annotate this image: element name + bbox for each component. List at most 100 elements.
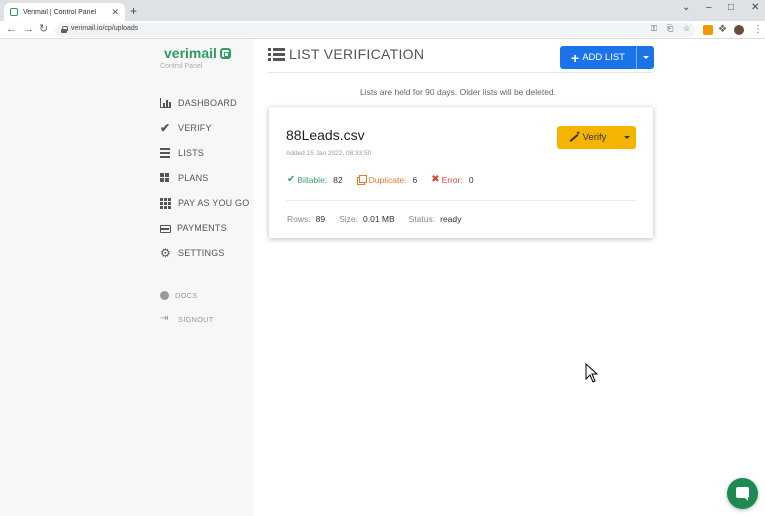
gear-icon: ⚙: [160, 246, 171, 260]
bar-chart-icon: [160, 98, 172, 108]
sidebar: verimail Control Panel DASHBOARD ✔ VERIF…: [0, 39, 253, 516]
address-bar[interactable]: verimail.io/cp/uploads ⚿ ⎗ ☆: [55, 23, 695, 37]
sidebar-item-label: SIGNOUT: [178, 314, 214, 324]
minimize-icon[interactable]: –: [706, 2, 712, 14]
sidebar-item-docs[interactable]: ! DOCS: [160, 288, 197, 302]
sidebar-item-lists[interactable]: LISTS: [160, 146, 204, 160]
brand-name: verimail: [164, 45, 217, 61]
favicon-icon: [10, 8, 18, 16]
main-content: LIST VERIFICATION + ADD LIST Lists are h…: [253, 39, 765, 516]
star-icon[interactable]: ☆: [683, 24, 690, 33]
browser-window: Verimail | Control Panel ✕ + ⌄ – □ ✕ ← →…: [0, 0, 765, 516]
divider: [268, 72, 653, 73]
credit-card-icon: [160, 224, 171, 233]
file-name: 88Leads.csv: [286, 127, 365, 143]
billable-stat: ✔ Billable: 82: [287, 174, 343, 185]
sidebar-item-label: LISTS: [178, 148, 205, 158]
maximize-icon[interactable]: □: [728, 2, 734, 14]
page-title: LIST VERIFICATION: [289, 46, 425, 62]
verify-button-group: Verify: [557, 126, 636, 149]
brand-logo[interactable]: verimail: [164, 45, 231, 61]
copy-icon: [356, 175, 367, 185]
rows-value: 89: [315, 214, 326, 224]
page-header: LIST VERIFICATION: [268, 46, 424, 62]
puzzle-icon[interactable]: ❖: [718, 23, 727, 36]
x-icon: ✖: [431, 174, 440, 185]
grid-nine-icon: [160, 198, 172, 209]
extension-icon[interactable]: [703, 25, 713, 35]
new-tab-icon[interactable]: +: [130, 4, 137, 18]
sidebar-item-verify[interactable]: ✔ VERIFY: [160, 121, 212, 135]
sidebar-item-pay-as-you-go[interactable]: PAY AS YOU GO: [160, 196, 249, 210]
size-value: 0.01 MB: [363, 214, 395, 224]
add-list-button-group: + ADD LIST: [560, 46, 654, 69]
chat-widget-button[interactable]: [727, 478, 758, 509]
url-text: verimail.io/cp/uploads: [71, 25, 139, 32]
size-label: Size:: [339, 214, 358, 224]
check-icon: ✔: [287, 174, 296, 185]
sidebar-item-plans[interactable]: PLANS: [160, 171, 209, 185]
add-list-dropdown-toggle[interactable]: [636, 46, 654, 69]
sidebar-item-label: SETTINGS: [178, 248, 225, 258]
sidebar-item-label: PAY AS YOU GO: [178, 198, 250, 208]
magic-wand-icon: [569, 130, 581, 143]
sidebar-item-label: DASHBOARD: [178, 98, 237, 108]
lock-icon: [61, 26, 68, 33]
info-icon: !: [160, 290, 169, 300]
share-icon[interactable]: ⎗: [667, 24, 673, 34]
status-value: ready: [440, 214, 462, 224]
list-icon: [160, 148, 172, 158]
billable-value: 82: [333, 174, 343, 185]
tab-search-icon[interactable]: ⌄: [682, 2, 690, 14]
tab-close-icon[interactable]: ✕: [111, 7, 119, 18]
billable-label: Billable:: [297, 174, 328, 185]
sidebar-item-label: VERIFY: [178, 123, 212, 133]
list-icon: [268, 47, 285, 61]
close-window-icon[interactable]: ✕: [751, 2, 759, 14]
sign-out-icon: ⇥: [160, 313, 169, 324]
error-stat: ✖ Error: 0: [431, 174, 473, 185]
error-value: 0: [468, 174, 474, 185]
browser-tab[interactable]: Verimail | Control Panel ✕: [4, 3, 125, 21]
logo-icon: [219, 47, 231, 59]
sidebar-item-label: PAYMENTS: [177, 223, 227, 233]
divider: [286, 200, 636, 201]
duplicate-label: Duplicate:: [368, 174, 407, 185]
menu-kebab-icon[interactable]: ⋮: [753, 23, 763, 36]
mouse-cursor-icon: [585, 363, 599, 383]
status-label: Status:: [408, 214, 436, 224]
caret-down-icon: [624, 136, 630, 139]
duplicate-stat: Duplicate: 6: [356, 174, 418, 185]
reload-icon[interactable]: ↻: [39, 23, 48, 36]
caret-down-icon: [642, 56, 649, 59]
add-list-label: ADD LIST: [582, 52, 625, 63]
duplicate-value: 6: [412, 174, 418, 185]
verify-label: Verify: [582, 132, 607, 143]
verify-button[interactable]: Verify: [557, 126, 618, 149]
list-card: 88Leads.csv Added 15 Jan 2022, 08:33:50 …: [269, 107, 653, 238]
sidebar-item-settings[interactable]: ⚙ SETTINGS: [160, 246, 225, 260]
key-icon[interactable]: ⚿: [651, 24, 657, 34]
sidebar-item-dashboard[interactable]: DASHBOARD: [160, 96, 237, 110]
tab-title: Verimail | Control Panel: [23, 8, 97, 16]
chat-icon: [736, 487, 749, 501]
avatar[interactable]: [734, 25, 744, 35]
sidebar-item-payments[interactable]: PAYMENTS: [160, 221, 227, 235]
verify-dropdown-toggle[interactable]: [618, 126, 636, 149]
rows-label: Rows:: [287, 214, 311, 224]
added-timestamp: Added 15 Jan 2022, 08:33:50: [286, 150, 372, 157]
brand-subtitle: Control Panel: [160, 63, 203, 70]
check-icon: ✔: [160, 121, 171, 135]
error-label: Error:: [441, 174, 463, 185]
grid-icon: [160, 173, 172, 183]
plus-icon: +: [571, 49, 580, 66]
add-list-button[interactable]: + ADD LIST: [560, 46, 636, 69]
list-meta: Rows: 89 Size: 0.01 MB Status: ready: [287, 214, 475, 224]
sidebar-item-label: DOCS: [175, 290, 198, 300]
forward-icon[interactable]: →: [23, 23, 34, 36]
sidebar-item-signout[interactable]: ⇥ SIGNOUT: [160, 312, 214, 326]
back-icon[interactable]: ←: [6, 23, 17, 36]
tab-strip: Verimail | Control Panel ✕ + ⌄ – □ ✕: [0, 0, 765, 21]
list-stats: ✔ Billable: 82 Duplicate: 6 ✖ Error: 0: [287, 174, 488, 185]
retention-notice: Lists are held for 90 days. Older lists …: [359, 87, 557, 97]
